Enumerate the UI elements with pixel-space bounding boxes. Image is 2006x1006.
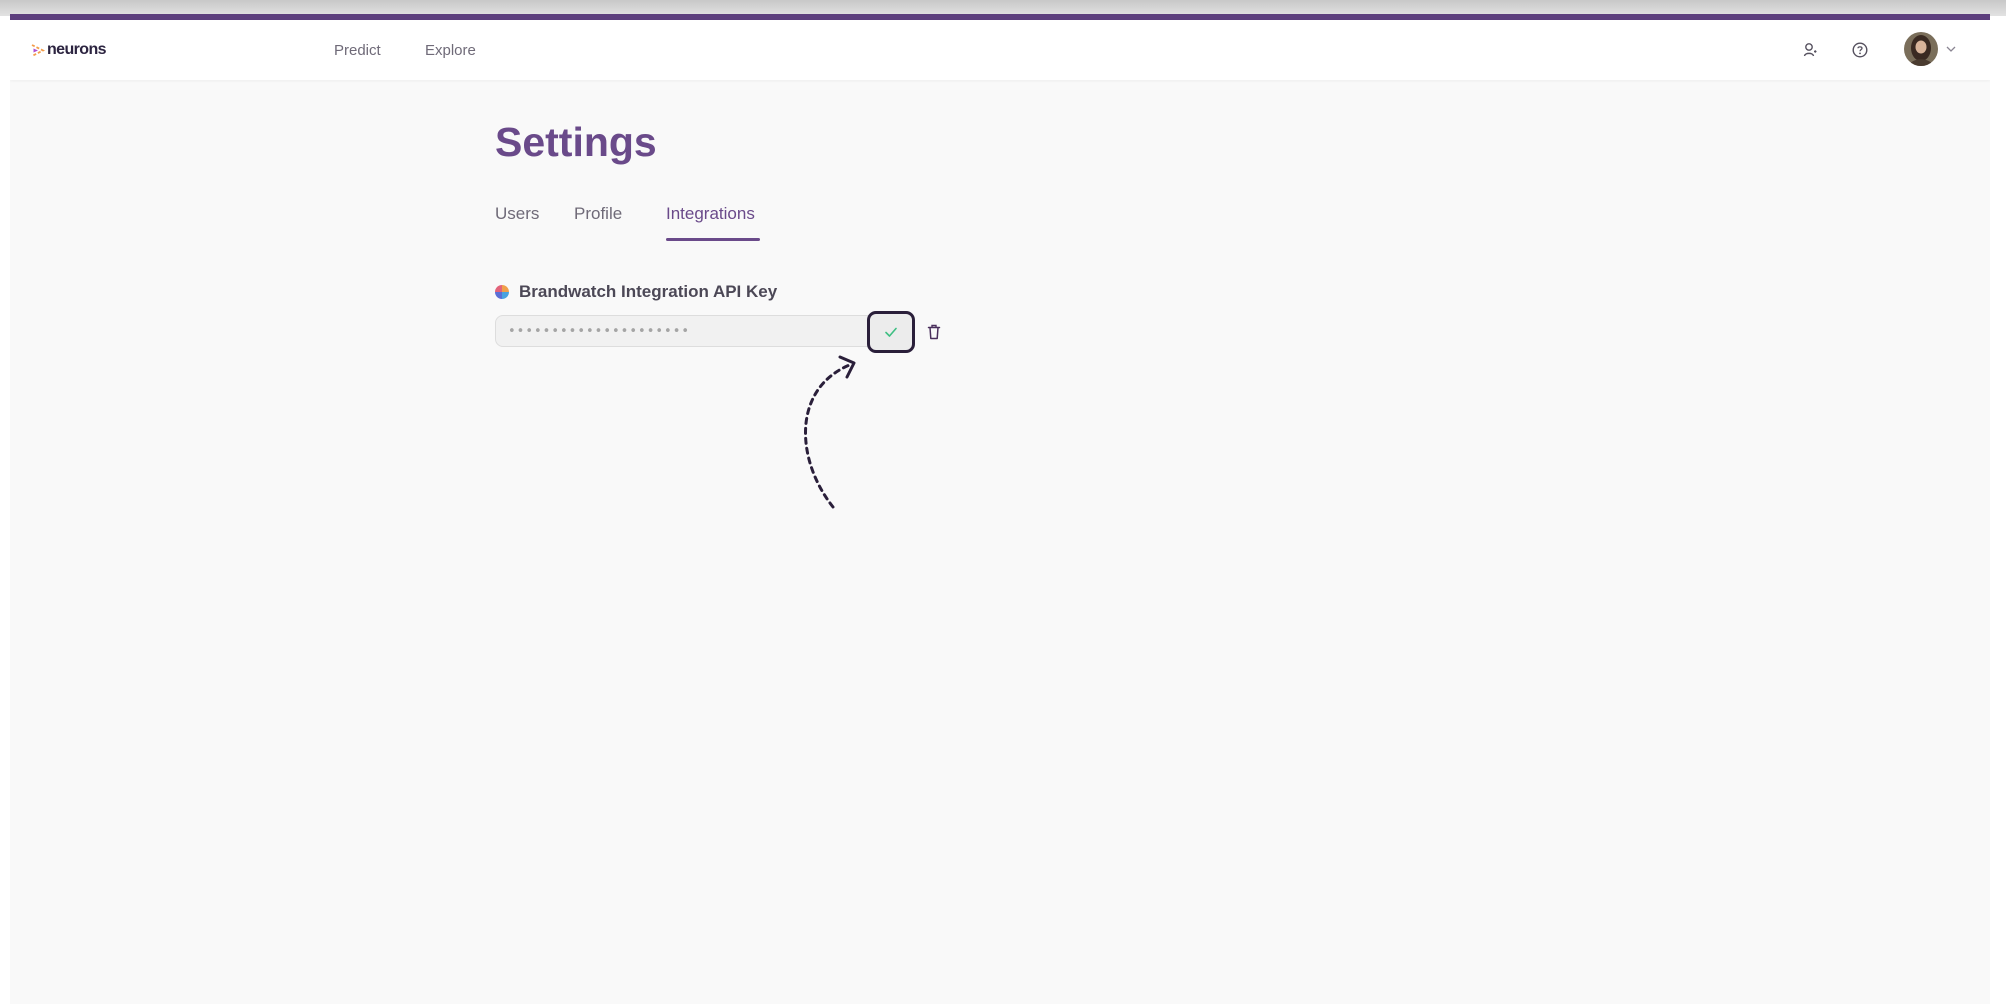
- help-icon: [1852, 42, 1868, 58]
- dashed-arrow-annotation: [804, 355, 856, 509]
- user-avatar[interactable]: [1904, 32, 1938, 66]
- logo-play-icon: [31, 43, 45, 57]
- delete-api-key-button[interactable]: [924, 321, 944, 343]
- help-button[interactable]: [1848, 38, 1872, 62]
- tab-integrations[interactable]: Integrations: [666, 204, 755, 224]
- user-icon: [1803, 43, 1817, 57]
- confirm-api-key-button[interactable]: [867, 311, 915, 353]
- avatar-photo: [1904, 32, 1938, 66]
- brandwatch-logo-icon: [495, 285, 509, 299]
- trash-icon: [927, 324, 941, 340]
- api-key-input[interactable]: [495, 315, 876, 347]
- tab-users[interactable]: Users: [495, 204, 539, 224]
- app-window: neurons Predict Explore Settings Users P…: [10, 14, 1990, 1004]
- tab-profile[interactable]: Profile: [574, 204, 622, 224]
- logo-text: neurons: [47, 41, 107, 58]
- chevron-down-icon: [1946, 46, 1956, 52]
- check-icon: [885, 327, 897, 337]
- nav-predict-link[interactable]: Predict: [334, 42, 381, 59]
- active-tab-indicator: [666, 238, 760, 241]
- page-title: Settings: [495, 119, 657, 165]
- account-menu-toggle[interactable]: [1944, 42, 1958, 56]
- user-button[interactable]: [1798, 38, 1822, 62]
- neurons-logo[interactable]: neurons: [30, 38, 107, 62]
- top-navbar: neurons Predict Explore: [10, 20, 1990, 80]
- integration-label: Brandwatch Integration API Key: [495, 281, 777, 303]
- nav-explore-link[interactable]: Explore: [425, 42, 476, 59]
- integration-title: Brandwatch Integration API Key: [519, 282, 778, 301]
